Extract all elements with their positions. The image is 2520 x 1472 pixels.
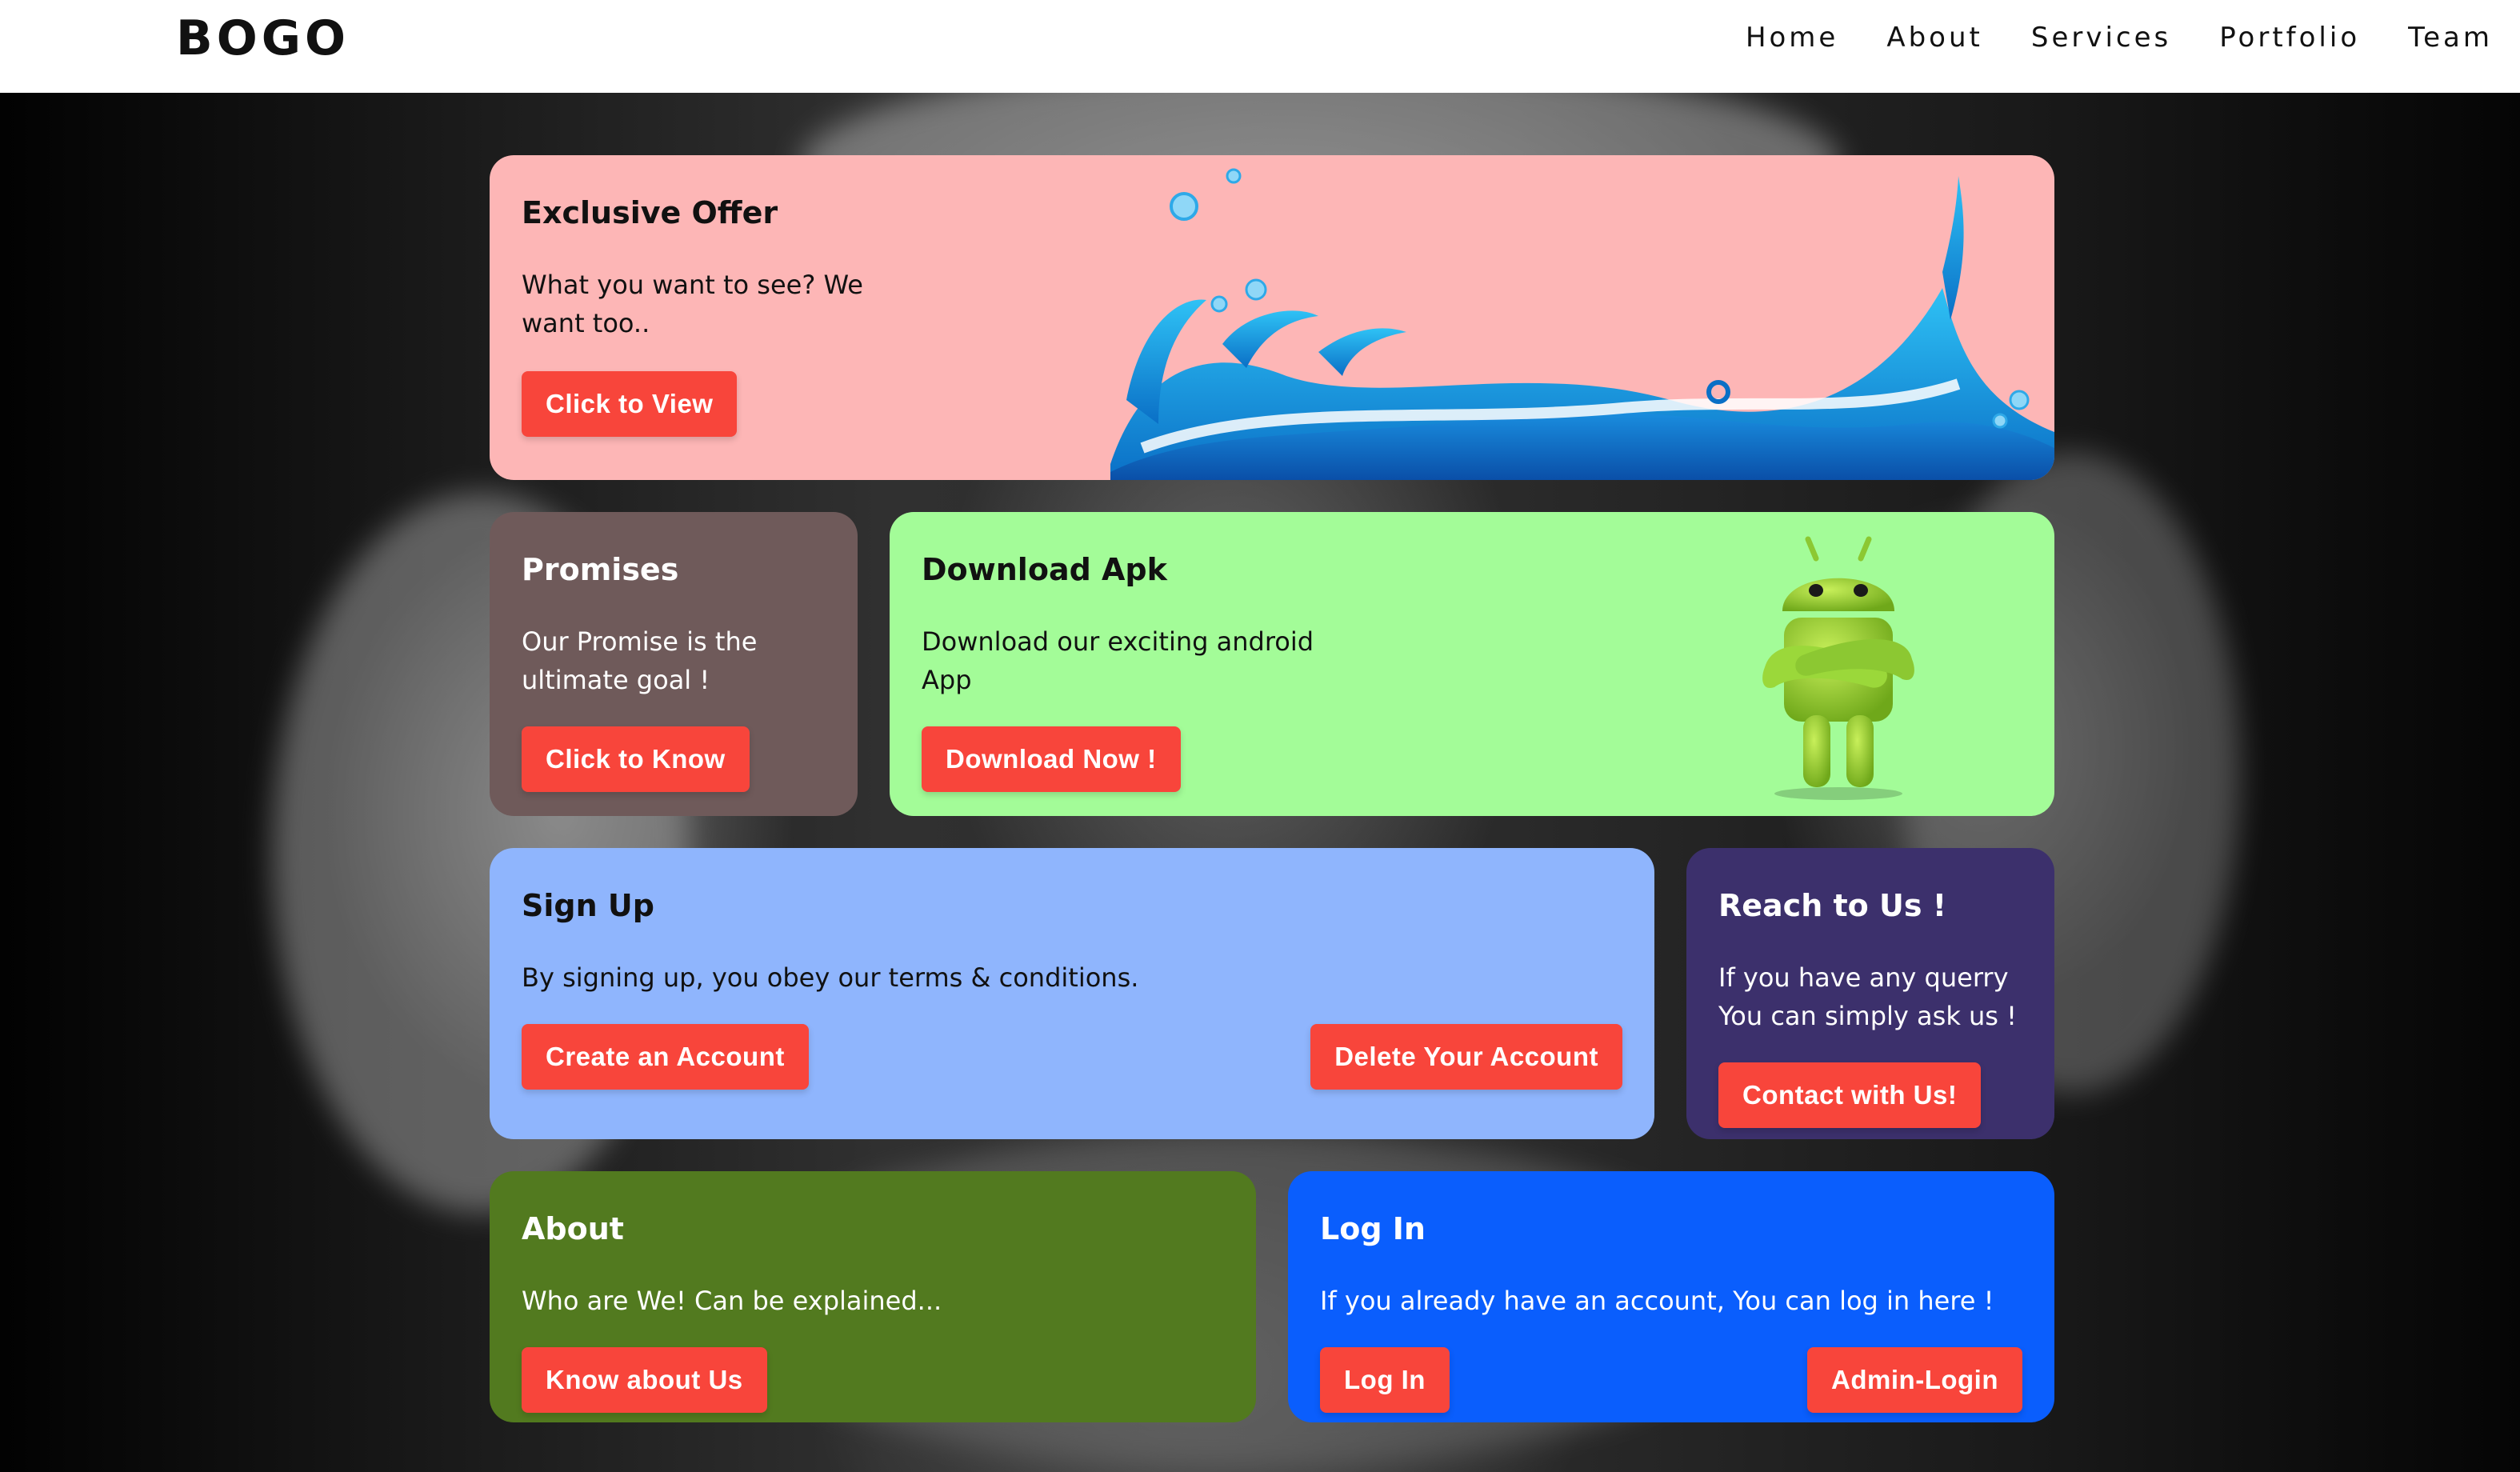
card-reach-to-us: Reach to Us ! If you have any querry You… xyxy=(1686,848,2054,1139)
card-text: If you have any querry You can simply as… xyxy=(1718,962,2017,1031)
android-robot-icon xyxy=(1762,536,1914,800)
brand-logo[interactable]: BOGO xyxy=(176,14,350,62)
card-sign-up: Sign Up By signing up, you obey our term… xyxy=(490,848,1654,1139)
delete-account-button[interactable]: Delete Your Account xyxy=(1310,1024,1622,1090)
card-text: Who are We! Can be explained... xyxy=(522,1285,942,1316)
card-text: Download our exciting android App xyxy=(922,626,1314,695)
card-promises: Promises Our Promise is the ultimate goa… xyxy=(490,512,858,816)
log-in-button[interactable]: Log In xyxy=(1320,1347,1450,1413)
nav-link-services[interactable]: Services xyxy=(2031,24,2171,51)
card-log-in: Log In If you already have an account, Y… xyxy=(1288,1171,2054,1422)
nav-link-portfolio[interactable]: Portfolio xyxy=(2219,24,2360,51)
card-title: Sign Up xyxy=(522,888,654,923)
card-title: Log In xyxy=(1320,1211,1426,1246)
card-exclusive-offer: Exclusive Offer What you want to see? We… xyxy=(490,155,2054,480)
nav-link-about[interactable]: About xyxy=(1886,24,1983,51)
card-text: If you already have an account, You can … xyxy=(1320,1285,1994,1316)
create-account-button[interactable]: Create an Account xyxy=(522,1024,809,1090)
card-title: Promises xyxy=(522,552,679,587)
card-about: About Who are We! Can be explained... Kn… xyxy=(490,1171,1256,1422)
card-text: What you want to see? We want too.. xyxy=(522,269,863,338)
card-download-apk: Download Apk Download our exciting andro… xyxy=(890,512,2054,816)
nav-link-home[interactable]: Home xyxy=(1746,24,1838,51)
nav-links: Home About Services Portfolio Team xyxy=(1746,24,2493,51)
card-text: By signing up, you obey our terms & cond… xyxy=(522,962,1139,993)
card-title: Reach to Us ! xyxy=(1718,888,1947,923)
top-navbar: BOGO Home About Services Portfolio Team xyxy=(0,0,2520,93)
card-text: Our Promise is the ultimate goal ! xyxy=(522,626,758,695)
card-title: About xyxy=(522,1211,624,1246)
nav-link-team[interactable]: Team xyxy=(2408,24,2493,51)
click-to-know-button[interactable]: Click to Know xyxy=(522,726,750,792)
admin-login-button[interactable]: Admin-Login xyxy=(1807,1347,2022,1413)
know-about-us-button[interactable]: Know about Us xyxy=(522,1347,767,1413)
contact-with-us-button[interactable]: Contact with Us! xyxy=(1718,1062,1982,1128)
click-to-view-button[interactable]: Click to View xyxy=(522,371,738,437)
download-now-button[interactable]: Download Now ! xyxy=(922,726,1181,792)
water-wave-illustration-icon xyxy=(1110,168,2054,480)
